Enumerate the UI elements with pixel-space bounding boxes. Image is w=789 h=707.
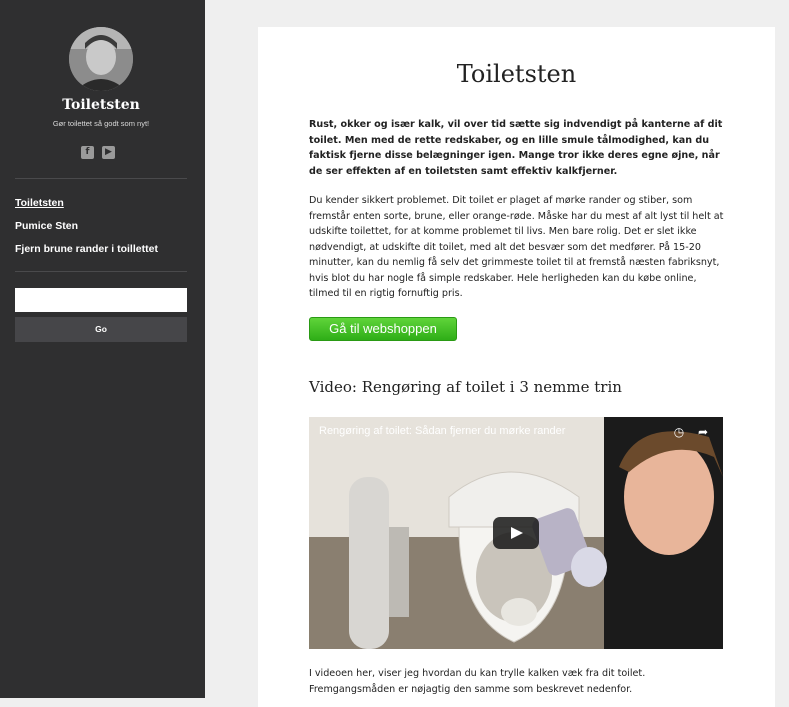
clock-icon[interactable]: ◷ bbox=[672, 425, 686, 439]
webshop-button[interactable]: Gå til webshoppen bbox=[309, 317, 457, 341]
social-links: f ▶ bbox=[81, 146, 115, 159]
sidebar: Toiletsten Gør toilettet så godt som nyt… bbox=[0, 0, 205, 698]
search-input[interactable] bbox=[15, 288, 187, 312]
video-title[interactable]: Rengøring af toilet: Sådan fjerner du mø… bbox=[319, 425, 565, 437]
play-icon bbox=[511, 527, 523, 539]
sidebar-item-toiletsten[interactable]: Toiletsten bbox=[15, 197, 158, 220]
sidebar-nav: Toiletsten Pumice Sten Fjern brune rande… bbox=[15, 197, 158, 266]
page-title: Toiletsten bbox=[456, 60, 577, 88]
video-heading: Video: Rengøring af toilet i 3 nemme tri… bbox=[309, 378, 622, 396]
avatar[interactable] bbox=[69, 27, 133, 91]
play-button[interactable] bbox=[493, 517, 539, 549]
sidebar-item-fjern-brune-rander[interactable]: Fjern brune rander i toillettet bbox=[15, 243, 158, 266]
youtube-icon[interactable]: ▶ bbox=[102, 146, 115, 159]
lead-paragraph: Rust, okker og især kalk, vil over tid s… bbox=[309, 119, 723, 177]
sidebar-divider bbox=[15, 271, 187, 272]
main-content: Toiletsten Rust, okker og især kalk, vil… bbox=[258, 27, 775, 707]
sidebar-divider bbox=[15, 178, 187, 179]
search-button[interactable]: Go bbox=[15, 317, 187, 342]
body-paragraph-2: I videoen her, viser jeg hvordan du kan … bbox=[309, 668, 646, 695]
facebook-icon[interactable]: f bbox=[81, 146, 94, 159]
share-icon[interactable]: ➦ bbox=[696, 425, 710, 439]
sidebar-item-pumice-sten[interactable]: Pumice Sten bbox=[15, 220, 158, 243]
site-title[interactable]: Toiletsten bbox=[0, 97, 202, 113]
video-player[interactable]: Rengøring af toilet: Sådan fjerner du mø… bbox=[309, 417, 723, 649]
body-paragraph: Du kender sikkert problemet. Dit toilet … bbox=[309, 195, 724, 299]
site-tagline: Gør toilettet så godt som nyt! bbox=[52, 119, 150, 128]
